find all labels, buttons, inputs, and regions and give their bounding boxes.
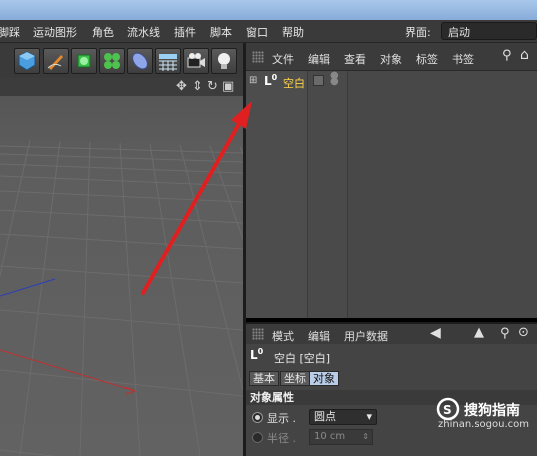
cloner-icon[interactable] [99,48,125,74]
display-label: 显示 . [267,412,296,425]
floor-icon[interactable] [155,48,181,74]
attr-menu-userdata[interactable]: 用户数据 [344,328,388,344]
display-radio[interactable] [252,412,263,423]
om-menu-tags[interactable]: 标签 [416,51,438,67]
layout-label: 界面: [405,26,431,39]
main-toolbar [0,43,245,78]
attr-menu-edit[interactable]: 编辑 [308,328,330,344]
search-icon[interactable]: ⚲ [502,48,512,63]
object-name[interactable]: 空白 [283,75,305,91]
object-name-column [246,71,308,318]
chevron-down-icon: ▾ [366,410,372,423]
menu-item-4[interactable]: 插件 [174,24,196,40]
attributes-object-title: 空白 [空白] [274,352,331,365]
attributes-menubar: 模式 编辑 用户数据 ◀ ▲ ⚲ ⊙ [246,322,537,344]
visibility-toggle-icon[interactable] [313,75,324,86]
deformer-icon[interactable] [127,48,153,74]
menu-item-1[interactable]: 运动图形 [33,24,77,40]
move-view-icon[interactable]: ✥ [176,79,187,94]
grip-icon[interactable] [252,328,264,340]
rotate-view-icon[interactable]: ↻ [207,79,218,94]
cube-icon[interactable] [14,48,40,74]
up-arrow-icon[interactable]: ▲ [474,325,484,340]
dolly-view-icon[interactable]: ⇕ [192,79,203,94]
om-menu-edit[interactable]: 编辑 [308,51,330,67]
camera-icon[interactable] [183,48,209,74]
menu-item-2[interactable]: 角色 [92,24,114,40]
menu-item-6[interactable]: 窗口 [246,24,268,40]
object-manager-menubar: 文件 编辑 查看 对象 标签 书签 ⚲ ⌂ [246,43,537,71]
layout-select[interactable]: 启动 [441,22,537,40]
null-object-icon: L0 [250,347,264,362]
tab-object[interactable]: 对象 [309,371,339,386]
svg-text:S: S [443,403,452,417]
om-menu-view[interactable]: 查看 [344,51,366,67]
main-menubar: 脚踩 运动图形 角色 流水线 插件 脚本 窗口 帮助 界面: 启动 [0,20,537,43]
pen-icon[interactable] [43,48,69,74]
viewport-grid [0,139,243,456]
menu-item-7[interactable]: 帮助 [282,24,304,40]
lock-icon[interactable]: ⊙ [518,325,529,340]
menu-item-0[interactable]: 脚踩 [0,24,20,40]
stepper-icon[interactable]: ⇕ [362,430,369,444]
watermark-title: 搜狗指南 [464,403,520,419]
render-dots-icon[interactable]: ● ● [330,71,339,87]
tab-coordinates[interactable]: 坐标 [280,371,310,386]
display-dropdown[interactable]: 圆点 ▾ [309,409,377,425]
om-menu-objects[interactable]: 对象 [380,51,402,67]
subdivision-icon[interactable] [71,48,97,74]
attr-menu-mode[interactable]: 模式 [272,328,294,344]
object-tags-column [308,71,348,318]
expand-tree-icon[interactable]: ⊞ [249,75,257,86]
radius-field[interactable]: 10 cm ⇕ [309,429,373,445]
watermark-url: zhinan.sogou.com [438,419,530,430]
light-icon[interactable] [211,48,237,74]
home-icon[interactable]: ⌂ [520,47,529,63]
search-icon[interactable]: ⚲ [500,326,510,341]
tab-basic[interactable]: 基本 [249,371,279,386]
radius-label: 半径 . [267,432,296,445]
back-arrow-icon[interactable]: ◀ [430,325,441,341]
radius-value: 10 cm [314,431,346,442]
grip-icon[interactable] [252,51,264,63]
menu-item-5[interactable]: 脚本 [210,24,232,40]
radius-radio[interactable] [252,432,263,443]
om-menu-file[interactable]: 文件 [272,51,294,67]
toggle-view-icon[interactable]: ▣ [222,79,234,94]
null-object-icon: L0 [264,73,278,88]
3d-viewport[interactable] [0,78,243,456]
menu-item-3[interactable]: 流水线 [127,24,160,40]
om-menu-bookmarks[interactable]: 书签 [452,51,474,67]
window-titlebar [0,0,537,20]
display-value: 圆点 [314,410,336,423]
